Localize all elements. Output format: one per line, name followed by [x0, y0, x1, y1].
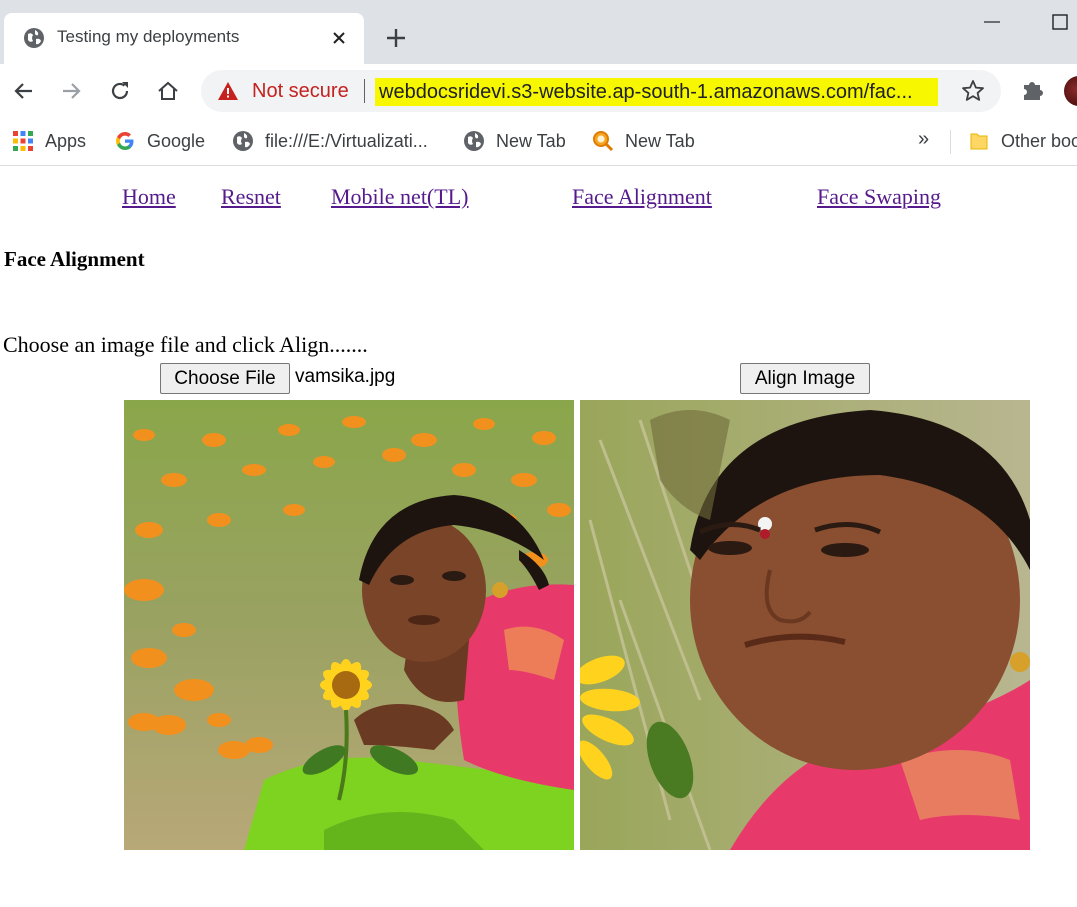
nav-link-resnet[interactable]: Resnet: [221, 184, 281, 210]
bookmark-new-tab-2[interactable]: New Tab: [592, 128, 695, 154]
original-image: [124, 400, 574, 850]
bookmark-label: Google: [147, 130, 206, 151]
globe-icon: [463, 130, 485, 152]
forward-arrow-icon[interactable]: [57, 77, 85, 105]
instructions-text: Choose an image file and click Align....…: [3, 332, 368, 357]
warning-triangle-icon[interactable]: [217, 80, 239, 102]
nav-link-home[interactable]: Home: [122, 184, 176, 210]
browser-tab[interactable]: Testing my deployments: [4, 13, 364, 64]
bookmark-apps[interactable]: Apps: [12, 128, 86, 154]
apps-grid-icon: [12, 130, 34, 152]
choose-file-button[interactable]: Choose File: [160, 363, 290, 394]
page-heading: Face Alignment: [4, 247, 145, 271]
close-icon[interactable]: [327, 26, 351, 50]
more-bookmarks-chevron-icon[interactable]: »: [918, 128, 929, 151]
selected-file-name: vamsika.jpg: [295, 366, 396, 387]
align-image-button[interactable]: Align Image: [740, 363, 870, 394]
browser-toolbar: Not secure webdocsridevi.s3-website.ap-s…: [0, 64, 1077, 118]
bookmark-label: New Tab: [496, 130, 566, 151]
bookmark-google[interactable]: Google: [114, 128, 205, 154]
bookmark-label: New Tab: [625, 130, 695, 151]
nav-link-face-swaping[interactable]: Face Swaping: [817, 184, 941, 210]
bookmarks-bar: Apps Google file:///E:/Virtualizati... N…: [0, 118, 1077, 166]
extensions-puzzle-icon[interactable]: [1019, 76, 1047, 104]
bookmark-star-icon[interactable]: [960, 78, 986, 104]
omnibox-divider: [364, 79, 365, 103]
maximize-icon[interactable]: [1049, 10, 1073, 34]
bookmark-label: file:///E:/Virtualizati...: [265, 130, 428, 151]
folder-icon: [968, 130, 990, 152]
globe-icon: [232, 130, 254, 152]
bookmark-file-virtualization[interactable]: file:///E:/Virtualizati...: [232, 128, 428, 154]
aligned-image: [580, 400, 1030, 850]
address-bar[interactable]: Not secure webdocsridevi.s3-website.ap-s…: [201, 70, 1001, 112]
bookmark-label: Other boo: [1001, 130, 1077, 151]
nav-link-mobile-net[interactable]: Mobile net(TL): [331, 184, 468, 210]
bookmark-label: Apps: [45, 130, 87, 151]
bookmark-new-tab[interactable]: New Tab: [463, 128, 566, 154]
back-arrow-icon[interactable]: [10, 77, 38, 105]
web-page: Home Resnet Mobile net(TL) Face Alignmen…: [0, 167, 1077, 907]
magnifier-icon: [592, 130, 614, 152]
nav-link-face-alignment[interactable]: Face Alignment: [572, 184, 712, 210]
tab-strip: Testing my deployments: [0, 0, 1077, 64]
minimize-icon[interactable]: [980, 10, 1004, 34]
home-icon[interactable]: [154, 77, 182, 105]
tab-title: Testing my deployments: [57, 27, 240, 46]
globe-icon: [22, 26, 46, 50]
bookmarks-divider: [950, 130, 951, 154]
security-status-label[interactable]: Not secure: [252, 80, 349, 103]
google-icon: [114, 130, 136, 152]
reload-icon[interactable]: [106, 77, 134, 105]
bookmark-other-folder[interactable]: Other boo: [968, 128, 1077, 154]
new-tab-plus-icon[interactable]: [382, 24, 410, 52]
url-text[interactable]: webdocsridevi.s3-website.ap-south-1.amaz…: [375, 78, 938, 106]
